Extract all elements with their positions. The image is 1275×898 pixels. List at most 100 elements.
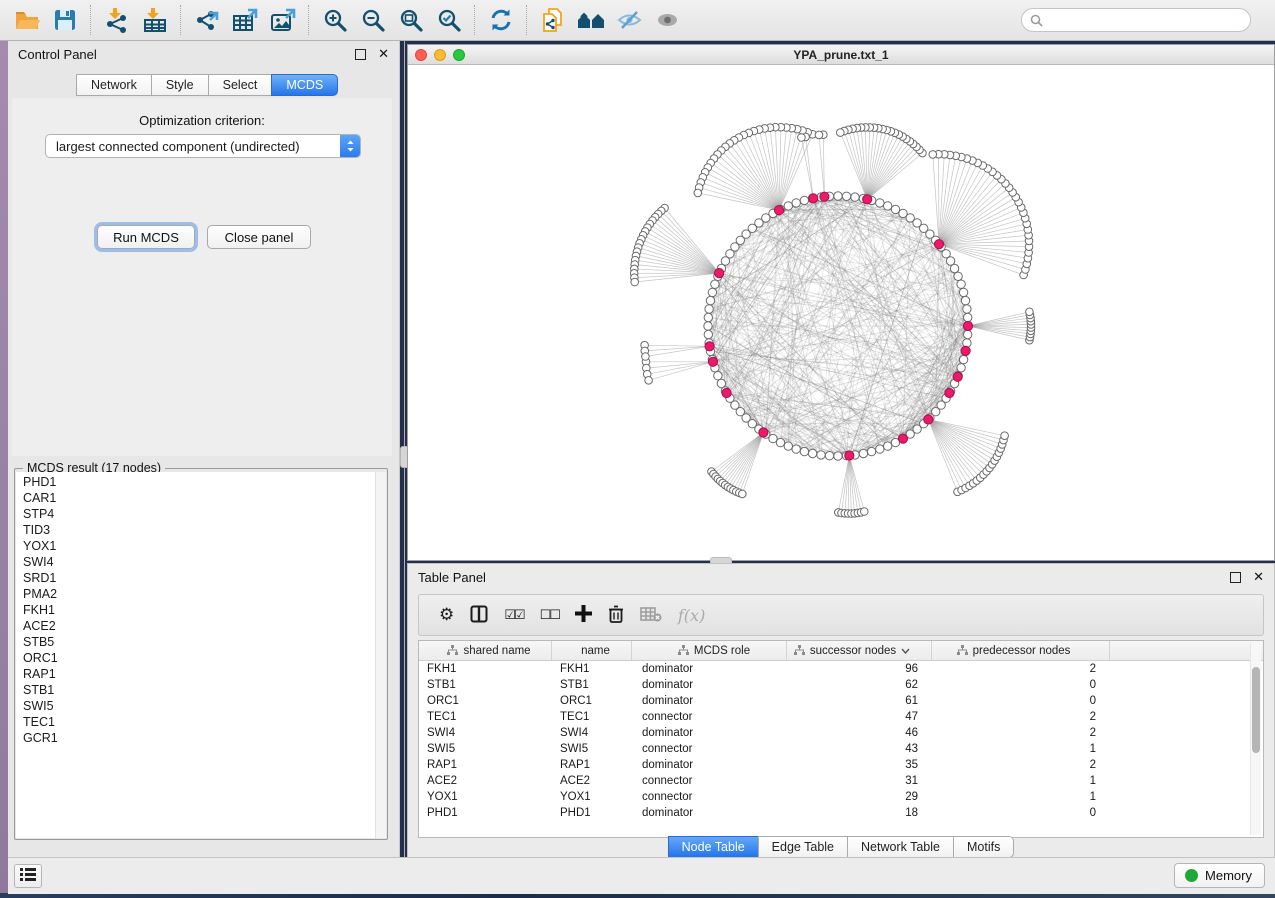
open-folder-icon (14, 8, 40, 32)
export-network-icon (194, 7, 220, 33)
table-row[interactable]: SWI5 SWI5 connector 43 1 (419, 741, 1263, 757)
import-network-icon (104, 7, 130, 33)
close-table-panel-icon[interactable]: ✕ (1253, 570, 1264, 585)
float-table-panel-button[interactable] (1230, 572, 1241, 583)
table-row[interactable]: RAP1 RAP1 dominator 35 2 (419, 757, 1263, 773)
close-panel-icon[interactable]: ✕ (378, 47, 389, 62)
control-panel-tab[interactable]: Select (208, 74, 272, 96)
criterion-select[interactable]: largest connected component (undirected) (45, 134, 361, 158)
zoom-selected-button[interactable] (432, 4, 466, 36)
zoom-in-button[interactable] (318, 4, 352, 36)
network-canvas[interactable] (408, 65, 1274, 561)
run-mcds-button[interactable]: Run MCDS (97, 225, 195, 249)
mcds-result-item[interactable]: GCR1 (23, 730, 376, 746)
table-scrollbar-thumb[interactable] (1252, 667, 1260, 753)
column-header-shared-name[interactable]: shared name (419, 641, 552, 660)
zoom-fit-button[interactable] (394, 4, 428, 36)
float-panel-button[interactable] (355, 49, 366, 60)
table-row[interactable]: TEC1 TEC1 connector 47 2 (419, 709, 1263, 725)
close-panel-button[interactable]: Close panel (207, 225, 311, 249)
result-list-scrollbar[interactable] (375, 472, 386, 838)
mcds-result-list[interactable]: PHD1CAR1STP4TID3YOX1SWI4SRD1PMA2FKH1ACE2… (16, 472, 376, 838)
mcds-result-item[interactable]: SWI5 (23, 698, 376, 714)
table-row[interactable]: STB1 STB1 dominator 62 0 (419, 677, 1263, 693)
table-tab[interactable]: Network Table (847, 836, 953, 858)
table-scrollbar[interactable] (1250, 643, 1261, 835)
function-builder-button[interactable]: f(x) (678, 606, 705, 625)
table-tab[interactable]: Node Table (668, 836, 758, 858)
export-table-button[interactable] (228, 4, 262, 36)
import-network-button[interactable] (100, 4, 134, 36)
first-neighbors-button[interactable] (574, 4, 608, 36)
apply-layout-button[interactable] (484, 4, 518, 36)
close-window-light[interactable] (415, 49, 427, 61)
show-all-button[interactable] (650, 4, 684, 36)
control-panel-tab[interactable]: MCDS (271, 74, 338, 96)
zoom-out-button[interactable] (356, 4, 390, 36)
mcds-result-item[interactable]: PHD1 (23, 474, 376, 490)
mcds-result-item[interactable]: RAP1 (23, 666, 376, 682)
criterion-value: largest connected component (undirected) (46, 139, 340, 154)
open-session-button[interactable] (10, 4, 44, 36)
search-input[interactable] (1049, 12, 1242, 28)
table-row[interactable]: SWI4 SWI4 dominator 46 2 (419, 725, 1263, 741)
table-row[interactable]: ACE2 ACE2 connector 31 1 (419, 773, 1263, 789)
hide-selected-button[interactable] (612, 4, 646, 36)
column-header-predecessor-nodes[interactable]: predecessor nodes (932, 641, 1110, 660)
mcds-result-item[interactable]: STP4 (23, 506, 376, 522)
column-header-name[interactable]: name (552, 641, 632, 660)
mcds-result-item[interactable]: SRD1 (23, 570, 376, 586)
deselect-all-button[interactable]: ☐☐ (540, 609, 559, 622)
column-header-successor-nodes[interactable]: successor nodes (787, 641, 932, 660)
list-icon (20, 868, 36, 884)
create-column-button[interactable] (575, 605, 592, 625)
import-table-button[interactable] (138, 4, 172, 36)
mcds-result-item[interactable]: TEC1 (23, 714, 376, 730)
toolbar-separator (90, 5, 92, 35)
table-row[interactable]: PHD1 PHD1 dominator 18 0 (419, 805, 1263, 821)
mcds-result-item[interactable]: CAR1 (23, 490, 376, 506)
sort-chevron-icon[interactable] (901, 645, 910, 657)
table-row[interactable]: YOX1 YOX1 connector 29 1 (419, 789, 1263, 805)
mcds-result-item[interactable]: YOX1 (23, 538, 376, 554)
unchecked-boxes-icon: ☐☐ (540, 609, 559, 622)
eye-icon (654, 8, 681, 32)
control-panel: Control Panel ✕ NetworkStyleSelectMCDS O… (8, 41, 400, 857)
table-row[interactable]: ORC1 ORC1 dominator 61 0 (419, 693, 1263, 709)
column-header-mcds-role[interactable]: MCDS role (632, 641, 787, 660)
mcds-result-item[interactable]: STB1 (23, 682, 376, 698)
select-all-button[interactable]: ☑☑ (504, 609, 523, 622)
status-bar: Memory (8, 857, 1275, 894)
clone-network-button[interactable] (536, 4, 570, 36)
search-field[interactable] (1021, 8, 1251, 32)
control-panel-tab[interactable]: Style (151, 74, 208, 96)
minimize-window-light[interactable] (434, 49, 446, 61)
export-network-button[interactable] (190, 4, 224, 36)
delete-columns-button[interactable] (608, 605, 624, 626)
main-toolbar (0, 0, 1275, 41)
mcds-result-item[interactable]: SWI4 (23, 554, 376, 570)
table-tab[interactable]: Motifs (953, 836, 1014, 858)
mcds-result-item[interactable]: STB5 (23, 634, 376, 650)
mcds-result-item[interactable]: ACE2 (23, 618, 376, 634)
show-columns-button[interactable] (470, 605, 488, 626)
network-window-titlebar[interactable]: YPA_prune.txt_1 (408, 45, 1274, 65)
save-session-button[interactable] (48, 4, 82, 36)
memory-button[interactable]: Memory (1174, 863, 1265, 888)
mcds-result-item[interactable]: FKH1 (23, 602, 376, 618)
delete-table-button[interactable] (640, 606, 662, 625)
maximize-window-light[interactable] (453, 49, 465, 61)
table-options-button[interactable]: ⚙ (439, 607, 454, 624)
zoom-selected-icon (437, 8, 462, 33)
table-tab[interactable]: Edge Table (758, 836, 847, 858)
network-list-button[interactable] (14, 864, 42, 888)
clone-network-icon (540, 7, 566, 33)
mcds-result-item[interactable]: ORC1 (23, 650, 376, 666)
export-image-button[interactable] (266, 4, 300, 36)
mcds-result-item[interactable]: PMA2 (23, 586, 376, 602)
control-panel-tab[interactable]: Network (76, 74, 151, 96)
mcds-result-item[interactable]: TID3 (23, 522, 376, 538)
toolbar-separator (474, 5, 476, 35)
table-row[interactable]: FKH1 FKH1 dominator 96 2 (419, 661, 1263, 677)
table-body: FKH1 FKH1 dominator 96 2 STB1 STB1 domin… (419, 661, 1263, 821)
